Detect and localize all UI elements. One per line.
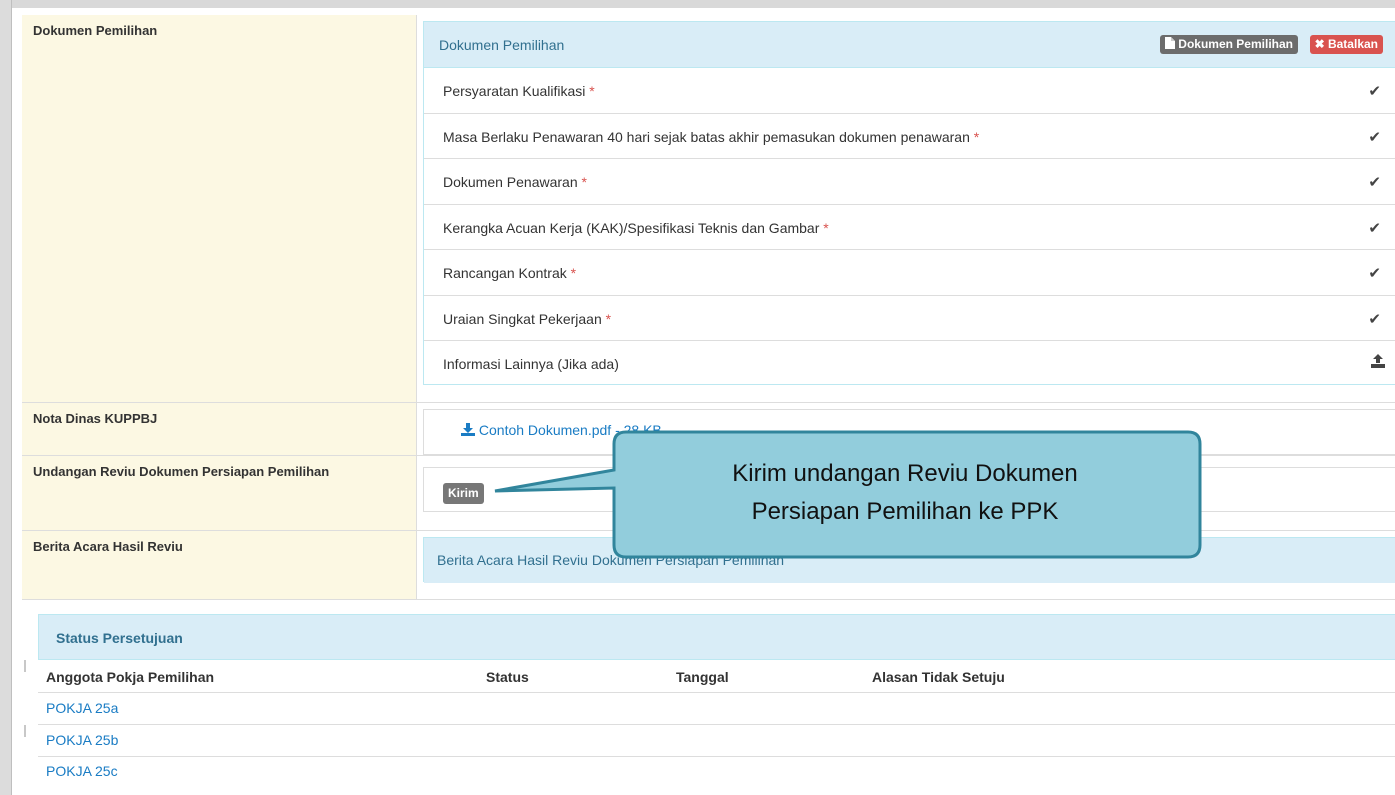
row-divider xyxy=(22,599,1395,600)
check-icon: ✔ xyxy=(1368,83,1381,100)
dokumen-item-label: Dokumen Penawaran xyxy=(443,174,578,190)
dokumen-item-label: Uraian Singkat Pekerjaan xyxy=(443,310,602,327)
table-row-pokja-25c[interactable]: POKJA 25c xyxy=(46,763,118,779)
file-icon xyxy=(1165,37,1176,49)
nota-dinas-panel: Contoh Dokumen.pdf - 28 KB xyxy=(423,409,1395,455)
dokumen-pemilihan-button-label: Dokumen Pemilihan xyxy=(1178,37,1293,51)
berita-acara-panel-header: Berita Acara Hasil Reviu Dokumen Persiap… xyxy=(424,538,1395,583)
table-row-pokja-25a[interactable]: POKJA 25a xyxy=(46,700,118,716)
table-row-pokja-25b[interactable]: POKJA 25b xyxy=(46,732,118,748)
status-persetujuan-header: Status Persetujuan xyxy=(38,614,1395,660)
label-undangan: Undangan Reviu Dokumen Persiapan Pemilih… xyxy=(22,456,416,530)
dokumen-item: Kerangka Acuan Kerja (KAK)/Spesifikasi T… xyxy=(424,205,1395,250)
required-marker: * xyxy=(581,174,587,190)
required-marker: * xyxy=(605,310,612,327)
upload-icon[interactable] xyxy=(1371,354,1385,368)
column-separator xyxy=(416,15,417,600)
file-link-wrapper: Contoh Dokumen.pdf - 28 KB xyxy=(424,410,1395,438)
dokumen-item-label: Informasi Lainnya (Jika ada) xyxy=(443,356,619,372)
table-row-divider xyxy=(38,724,1395,725)
required-marker: * xyxy=(570,265,577,281)
check-icon: ✔ xyxy=(1368,174,1381,191)
dokumen-item: Informasi Lainnya (Jika ada) xyxy=(424,341,1395,387)
table-row-divider xyxy=(38,692,1395,693)
dokumen-item-label: Kerangka Acuan Kerja (KAK)/Spesifikasi T… xyxy=(443,219,820,236)
column-header-anggota: Anggota Pokja Pemilihan xyxy=(46,669,215,685)
dokumen-pemilihan-panel: Dokumen Pemilihan Dokumen Pemilihan ✖ Ba… xyxy=(423,21,1395,385)
column-header-alasan: Alasan Tidak Setuju xyxy=(872,669,1005,685)
batalkan-button[interactable]: ✖ Batalkan xyxy=(1309,35,1383,54)
window-top-border xyxy=(0,0,1395,8)
required-marker: * xyxy=(823,219,829,236)
dokumen-item: Dokumen Penawaran * ✔ xyxy=(424,159,1395,205)
dokumen-item: Rancangan Kontrak * ✔ xyxy=(424,250,1395,296)
callout-line-2: Persiapan Pemilihan ke PPK xyxy=(751,498,1059,525)
column-header-status: Status xyxy=(486,669,529,685)
required-marker: * xyxy=(973,128,980,145)
dokumen-item-label: Persyaratan Kualifikasi xyxy=(443,83,586,99)
window-left-border xyxy=(0,0,12,795)
kirim-button[interactable]: Kirim xyxy=(443,483,484,504)
check-icon: ✔ xyxy=(1368,219,1381,237)
file-download-link[interactable]: Contoh Dokumen.pdf - 28 KB xyxy=(461,422,662,438)
column-header-tanggal: Tanggal xyxy=(676,669,729,685)
dokumen-pemilihan-button[interactable]: Dokumen Pemilihan xyxy=(1160,35,1298,54)
label-berita-acara: Berita Acara Hasil Reviu xyxy=(22,531,416,599)
download-icon xyxy=(461,423,475,436)
berita-acara-panel: Berita Acara Hasil Reviu Dokumen Persiap… xyxy=(423,537,1395,583)
close-icon: ✖ xyxy=(1314,37,1325,51)
callout-line-1: Kirim undangan Reviu Dokumen xyxy=(732,460,1078,487)
callout-text: Kirim undangan Reviu Dokumen Persiapan P… xyxy=(620,455,1190,531)
dokumen-item: Uraian Singkat Pekerjaan * ✔ xyxy=(424,296,1395,341)
dokumen-item: Masa Berlaku Penawaran 40 hari sejak bat… xyxy=(424,114,1395,159)
check-icon: ✔ xyxy=(1368,265,1381,282)
dokumen-pemilihan-panel-header: Dokumen Pemilihan Dokumen Pemilihan ✖ Ba… xyxy=(424,22,1395,68)
dokumen-item-label: Masa Berlaku Penawaran 40 hari sejak bat… xyxy=(443,128,970,145)
panel-title: Dokumen Pemilihan xyxy=(439,37,565,53)
table-row-divider xyxy=(38,756,1395,757)
required-marker: * xyxy=(589,83,595,99)
check-icon: ✔ xyxy=(1368,310,1381,328)
label-nota-dinas: Nota Dinas KUPPBJ xyxy=(22,403,416,455)
file-link-text: Contoh Dokumen.pdf - 28 KB xyxy=(478,422,662,438)
check-icon: ✔ xyxy=(1368,128,1381,146)
batalkan-button-label: Batalkan xyxy=(1327,37,1378,51)
label-dokumen-pemilihan: Dokumen Pemilihan xyxy=(22,15,416,402)
dokumen-item-label: Rancangan Kontrak xyxy=(443,265,567,281)
dokumen-list: Persyaratan Kualifikasi * ✔ Masa Berlaku P… xyxy=(424,68,1395,387)
dokumen-item: Persyaratan Kualifikasi * ✔ xyxy=(424,68,1395,114)
